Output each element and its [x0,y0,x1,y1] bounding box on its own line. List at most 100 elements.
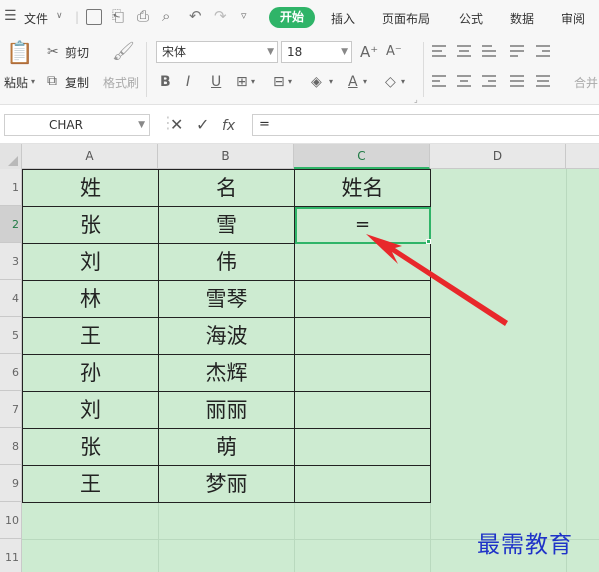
cell-a1[interactable]: 姓 [22,169,159,207]
align-left-icon[interactable] [432,75,446,87]
cell-style-dropdown-icon[interactable]: ▾ [288,74,292,90]
confirm-check-icon[interactable]: ✓ [196,116,209,134]
fill-handle[interactable] [426,239,431,244]
underline-icon[interactable]: U [211,74,221,90]
column-header-d[interactable]: D [430,144,566,169]
wrap-text-icon[interactable] [510,45,524,57]
distributed-icon[interactable] [536,75,550,87]
hamburger-menu-icon[interactable]: ☰ [4,8,17,24]
cell-b3[interactable]: 伟 [158,243,295,281]
merge-button[interactable]: 合并 [574,74,598,91]
cell-a5[interactable]: 王 [22,317,159,355]
redo-icon[interactable]: ↷ [214,6,227,26]
cell-b6[interactable]: 杰辉 [158,354,295,392]
bold-icon[interactable]: B [160,74,171,90]
cell-b7[interactable]: 丽丽 [158,391,295,429]
borders-icon[interactable]: ⊞ [236,74,248,90]
cell-c2[interactable]: = [294,206,431,244]
cell-c1[interactable]: 姓名 [294,169,431,207]
paste-button[interactable]: 粘贴 [4,74,28,91]
font-name-select[interactable]: 宋体 ▼ [156,41,278,63]
cell-a8[interactable]: 张 [22,428,159,466]
clear-format-dropdown-icon[interactable]: ▾ [401,74,405,90]
fill-color-icon[interactable]: ◈ [311,74,322,90]
cell-c7[interactable] [294,391,431,429]
column-header-a[interactable]: A [22,144,158,169]
justify-icon[interactable] [510,75,524,87]
cell-b9[interactable]: 梦丽 [158,465,295,503]
indent-icon[interactable] [536,45,550,57]
paste-dropdown-icon[interactable]: ▾ [31,74,35,90]
increase-font-icon[interactable]: A⁺ [360,44,378,60]
tab-insert[interactable]: 插入 [331,10,355,27]
borders-dropdown-icon[interactable]: ▾ [251,74,255,90]
row-header[interactable]: 10 [0,502,21,539]
cell-a6[interactable]: 孙 [22,354,159,392]
save-icon[interactable] [86,9,102,25]
tab-page-layout[interactable]: 页面布局 [382,10,430,27]
cell-b4[interactable]: 雪琴 [158,280,295,318]
cell-a9[interactable]: 王 [22,465,159,503]
cell-b1[interactable]: 名 [158,169,295,207]
insert-function-button[interactable]: fx [222,117,235,135]
customize-toolbar-icon[interactable]: ▿ [241,6,247,26]
print-icon[interactable]: ⎙ [137,6,149,26]
row-header-active[interactable]: 2 [0,206,21,243]
cell-style-icon[interactable]: ⊟ [273,74,285,90]
cell-b5[interactable]: 海波 [158,317,295,355]
cell-a4[interactable]: 林 [22,280,159,318]
row-header[interactable]: 6 [0,354,21,391]
format-painter-button[interactable]: 格式刷 [103,74,139,91]
italic-icon[interactable]: I [186,74,190,90]
tab-data[interactable]: 数据 [510,10,534,27]
row-header[interactable]: 9 [0,465,21,502]
name-box[interactable]: CHAR ▼ [4,114,150,136]
paste-icon[interactable]: 📋 [6,42,33,66]
formula-input[interactable]: = [252,114,599,136]
font-color-dropdown-icon[interactable]: ▾ [363,74,367,90]
row-header[interactable]: 8 [0,428,21,465]
cell-a2[interactable]: 张 [22,206,159,244]
tab-formulas[interactable]: 公式 [459,10,483,27]
cell-c8[interactable] [294,428,431,466]
row-header[interactable]: 11 [0,539,21,572]
tab-home[interactable]: 开始 [269,7,315,28]
file-menu[interactable]: 文件 [24,10,48,27]
cell-c6[interactable] [294,354,431,392]
cell-a3[interactable]: 刘 [22,243,159,281]
cell-b8[interactable]: 萌 [158,428,295,466]
align-middle-icon[interactable] [457,45,471,57]
row-header[interactable]: 3 [0,243,21,280]
cell-a7[interactable]: 刘 [22,391,159,429]
decrease-font-icon[interactable]: A⁻ [386,44,402,60]
align-center-icon[interactable] [457,75,471,87]
cut-button[interactable]: 剪切 [65,44,89,61]
undo-icon[interactable]: ↶ [189,6,202,26]
cell-b2[interactable]: 雪 [158,206,295,244]
row-header[interactable]: 5 [0,317,21,354]
align-bottom-icon[interactable] [482,45,496,57]
spreadsheet-grid[interactable]: A B C D 1 2 3 4 5 6 7 8 9 10 11 姓名姓名张雪 = 刘… [0,144,599,572]
align-right-icon[interactable] [482,75,496,87]
file-menu-chevron-icon[interactable]: ∨ [56,11,63,21]
row-header[interactable]: 1 [0,169,21,206]
fill-color-dropdown-icon[interactable]: ▾ [329,74,333,90]
copy-button[interactable]: 复制 [65,74,89,91]
column-header-c[interactable]: C [294,144,430,169]
cell-c4[interactable] [294,280,431,318]
cell-c5[interactable] [294,317,431,355]
font-size-select[interactable]: 18 ▼ [281,41,352,63]
copy-icon[interactable]: ⧉ [47,73,57,89]
format-painter-icon[interactable]: 🖌 [112,42,135,62]
scissors-icon[interactable]: ✂ [47,44,59,60]
print-preview-icon[interactable]: ⌕ [162,6,170,26]
cell-c9[interactable] [294,465,431,503]
tab-review[interactable]: 审阅 [561,10,585,27]
column-header-b[interactable]: B [158,144,294,169]
clear-format-icon[interactable]: ◇ [385,74,396,90]
cell-c3[interactable] [294,243,431,281]
select-all-corner[interactable] [0,144,22,169]
export-icon[interactable]: ⎗ [112,6,124,26]
align-top-icon[interactable] [432,45,446,57]
row-header[interactable]: 7 [0,391,21,428]
